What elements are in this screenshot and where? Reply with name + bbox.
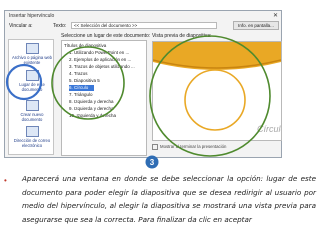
step-number: 3 xyxy=(150,158,155,167)
step-badge: 3 xyxy=(145,155,159,169)
instruction-text: Aparecerá una ventana en donde se debe s… xyxy=(22,174,316,224)
bullet-icon: • xyxy=(4,176,7,185)
annotation-circle-tree xyxy=(51,46,125,120)
annotation-circle-preview xyxy=(149,35,271,157)
highlight-ring xyxy=(5,63,43,101)
